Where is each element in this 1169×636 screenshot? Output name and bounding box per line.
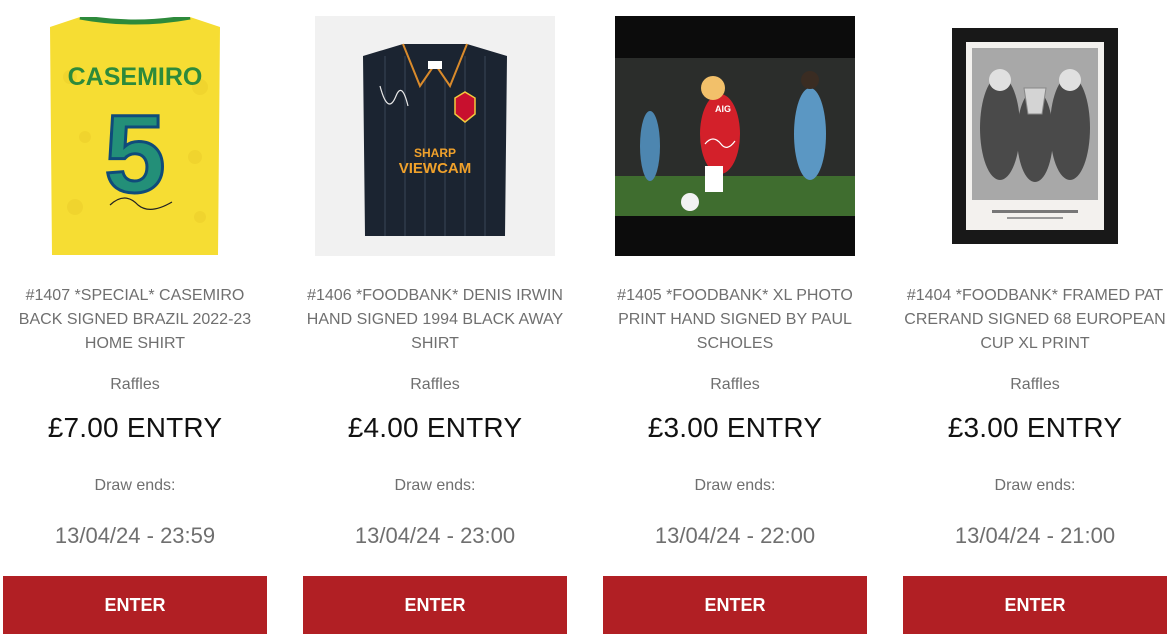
entry-price: £4.00 ENTRY (347, 412, 523, 443)
enter-button[interactable]: ENTER (3, 576, 267, 634)
brazil-shirt-image: CASEMIRO 5 (50, 17, 220, 255)
entry-price: £3.00 ENTRY (947, 412, 1123, 443)
draw-end-date: 13/04/24 - 22:00 (654, 523, 816, 548)
product-title[interactable]: #1407 *SPECIAL* CASEMIRO BACK SIGNED BRA… (3, 284, 267, 356)
svg-text:5: 5 (104, 93, 165, 216)
product-grid: CASEMIRO 5 #1407 *SPECIAL* CASEMIRO BACK… (0, 0, 1169, 636)
draw-end-date: 13/04/24 - 23:00 (354, 523, 516, 548)
draw-ends-label: Draw ends: (94, 477, 176, 494)
product-title[interactable]: #1406 *FOODBANK* DENIS IRWIN HAND SIGNED… (303, 284, 567, 356)
svg-text:SHARP: SHARP (414, 146, 456, 160)
product-image[interactable] (903, 0, 1167, 272)
svg-text:CASEMIRO: CASEMIRO (68, 63, 203, 91)
enter-button[interactable]: ENTER (303, 576, 567, 634)
product-category: Raffles (110, 376, 160, 393)
product-card: #1404 *FOODBANK* FRAMED PAT CRERAND SIGN… (903, 0, 1167, 636)
svg-text:VIEWCAM: VIEWCAM (399, 160, 472, 177)
product-card: AIG #1405 *FOODBANK* XL PHOTO PRINT HAND… (603, 0, 867, 636)
entry-price: £7.00 ENTRY (47, 412, 223, 443)
product-category: Raffles (1010, 376, 1060, 393)
draw-ends-label: Draw ends: (694, 477, 776, 494)
enter-button[interactable]: ENTER (903, 576, 1167, 634)
product-title[interactable]: #1405 *FOODBANK* XL PHOTO PRINT HAND SIG… (603, 284, 867, 356)
draw-ends-label: Draw ends: (994, 477, 1076, 494)
draw-ends-label: Draw ends: (394, 477, 476, 494)
entry-price: £3.00 ENTRY (647, 412, 823, 443)
enter-button[interactable]: ENTER (603, 576, 867, 634)
product-card: SHARP VIEWCAM #1406 *FOODBANK* DENIS IRW… (303, 0, 567, 636)
svg-text:AIG: AIG (715, 104, 731, 114)
product-category: Raffles (710, 376, 760, 393)
draw-end-date: 13/04/24 - 21:00 (954, 523, 1116, 548)
product-card: CASEMIRO 5 #1407 *SPECIAL* CASEMIRO BACK… (3, 0, 267, 636)
product-title[interactable]: #1404 *FOODBANK* FRAMED PAT CRERAND SIGN… (903, 284, 1167, 356)
black-shirt-image: SHARP VIEWCAM (315, 16, 555, 256)
football-photo-image: AIG (615, 16, 855, 256)
product-category: Raffles (410, 376, 460, 393)
product-image[interactable]: AIG (603, 0, 867, 272)
framed-print-image (952, 28, 1118, 244)
product-image[interactable]: SHARP VIEWCAM (303, 0, 567, 272)
product-image[interactable]: CASEMIRO 5 (3, 0, 267, 272)
draw-end-date: 13/04/24 - 23:59 (54, 523, 216, 548)
